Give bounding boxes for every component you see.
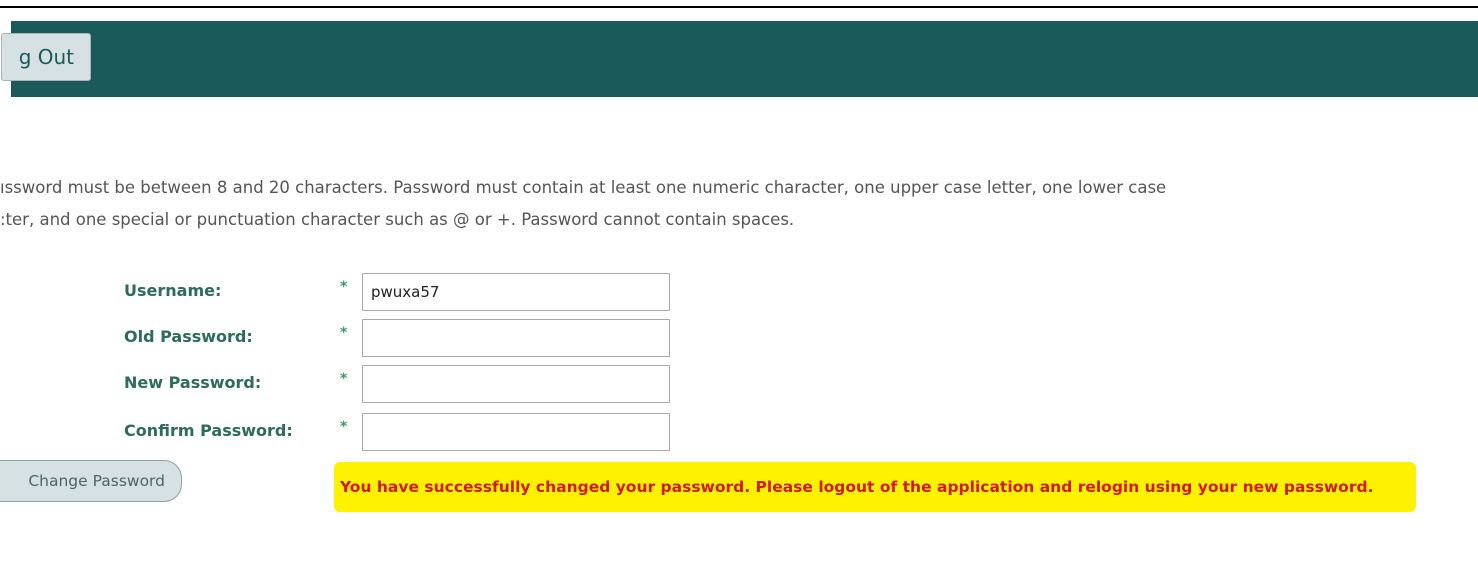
confirm-password-input[interactable] bbox=[362, 413, 670, 451]
password-requirements-line-1: ıssword must be between 8 and 20 charact… bbox=[0, 178, 1167, 197]
old-password-label: Old Password: bbox=[124, 327, 253, 346]
new-password-row: New Password: * bbox=[0, 365, 700, 405]
username-label: Username: bbox=[124, 281, 222, 300]
old-password-row: Old Password: * bbox=[0, 319, 700, 359]
password-requirements-line-2: :ter, and one special or punctuation cha… bbox=[0, 210, 795, 229]
username-row: Username: * bbox=[0, 273, 700, 313]
username-input[interactable] bbox=[362, 273, 670, 311]
logout-button[interactable]: g Out bbox=[1, 33, 91, 81]
old-password-input[interactable] bbox=[362, 319, 670, 357]
password-requirements: ıssword must be between 8 and 20 charact… bbox=[0, 172, 1440, 236]
username-required-mark: * bbox=[340, 279, 348, 295]
new-password-input[interactable] bbox=[362, 365, 670, 403]
header-bar: g Out bbox=[1, 21, 1478, 97]
top-divider bbox=[0, 6, 1478, 8]
confirm-password-required-mark: * bbox=[340, 419, 348, 435]
success-message: You have successfully changed your passw… bbox=[334, 462, 1416, 512]
change-password-button-label: Change Password bbox=[28, 472, 165, 490]
confirm-password-row: Confirm Password: * bbox=[0, 413, 700, 453]
new-password-label: New Password: bbox=[124, 373, 262, 392]
new-password-required-mark: * bbox=[340, 371, 348, 387]
confirm-password-label: Confirm Password: bbox=[124, 421, 293, 440]
change-password-page: g Out ıssword must be between 8 and 20 c… bbox=[0, 0, 1478, 576]
old-password-required-mark: * bbox=[340, 325, 348, 341]
change-password-button[interactable]: Change Password bbox=[0, 460, 182, 502]
logout-button-label: g Out bbox=[18, 45, 74, 69]
success-message-text: You have successfully changed your passw… bbox=[340, 478, 1374, 496]
